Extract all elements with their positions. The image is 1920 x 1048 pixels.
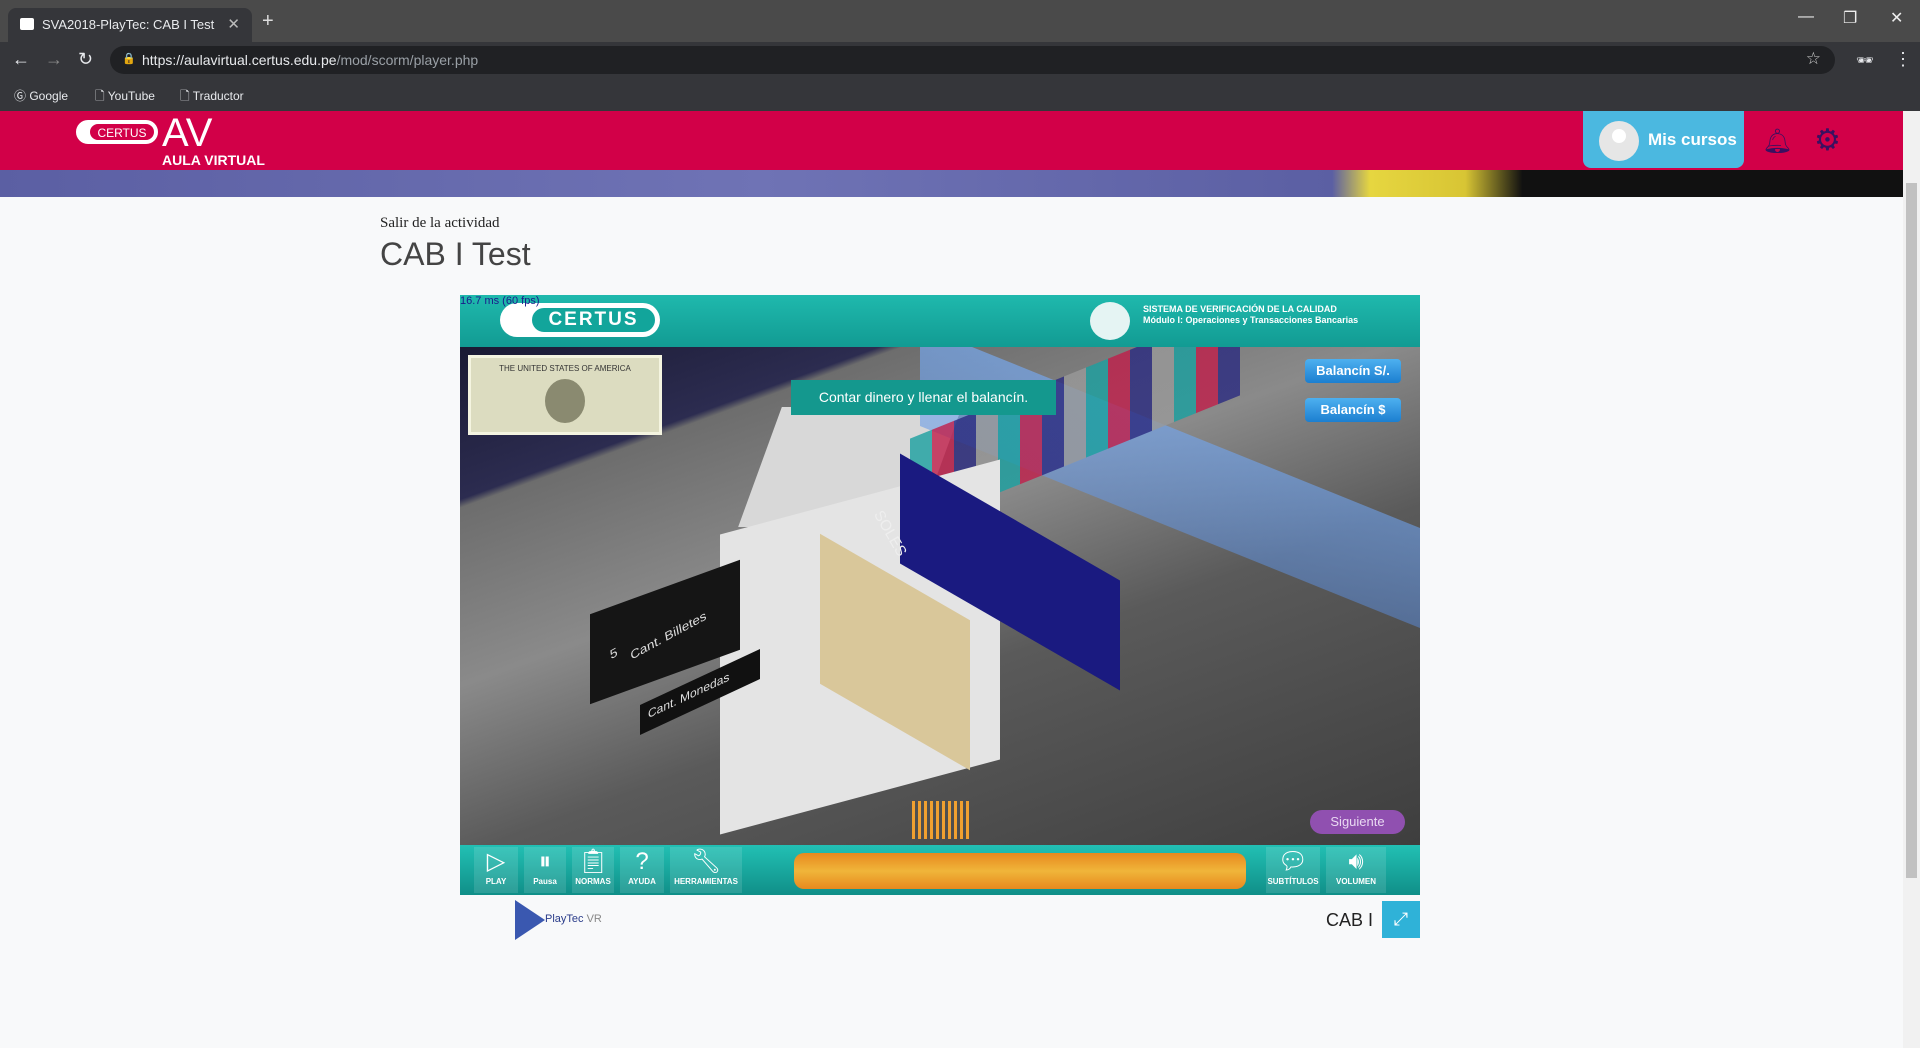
bill-text: THE UNITED STATES OF AMERICA [499,364,631,373]
back-icon[interactable]: ← [12,49,30,70]
playtec-text: PlayTec VR [545,913,602,925]
bookmark-label: YouTube [107,89,155,103]
bookmark-traductor[interactable]: 🗋 Traductor [180,87,244,108]
logo-text: CERTUS [89,123,155,141]
avatar [1599,121,1639,161]
volumen-button[interactable]: 🔊︎ VOLUMEN [1326,847,1386,893]
bookmark-youtube[interactable]: 🗋 YouTube [95,87,155,108]
loading-indicator [912,801,970,839]
mis-cursos-label: Mis cursos [1648,130,1737,149]
balancin-soles-button[interactable]: Balancín S/. [1305,359,1401,383]
bookmarks-bar: Ⓖ Google 🗋 YouTube 🗋 Traductor [0,78,1920,111]
browser-tab[interactable]: SVA2018-PlayTec: CAB I Test ✕ [8,8,252,42]
playtec-brand: PlayTec [545,913,584,925]
av-logo: AV [162,111,213,155]
billetes-label: Cant. Billetes [629,608,708,663]
siguiente-button[interactable]: Siguiente [1310,810,1405,834]
clipboard-check-icon: 📋︎ [577,848,609,875]
subtitulos-label: SUBTÍTULOS [1267,877,1319,886]
instruction-banner: Contar dinero y llenar el balancín. [791,380,1056,415]
volumen-label: VOLUMEN [1336,877,1376,886]
chart-badge-icon [1090,302,1130,340]
restore-icon[interactable]: ❐ [1843,8,1857,28]
normas-button[interactable]: 📋︎ NORMAS [572,847,614,893]
speaker-icon: 🔊︎ [1348,848,1364,875]
pause-icon: ⏸ [539,848,551,875]
favicon-icon [20,18,34,30]
ayuda-label: AYUDA [628,877,656,886]
incognito-icon: 🕶 [1856,52,1874,68]
close-window-icon[interactable]: ✕ [1890,8,1903,28]
play-label: PLAY [485,877,507,886]
url-path: /mod/scorm/player.php [336,52,479,68]
expand-icon: ⤢ [1393,909,1409,929]
playtec-play-icon [515,900,545,940]
tab-title: SVA2018-PlayTec: CAB I Test [42,17,215,32]
game-toolbar: ▷ PLAY ⏸ Pausa 📋︎ NORMAS ? AYUDA 🔧︎ HERRAMIEN… [460,845,1420,895]
system-title-text: SISTEMA DE VERIFICACIÓN DE LA CALIDAD [1143,304,1337,314]
play-icon: ▷ [486,848,506,875]
new-tab-button[interactable]: + [262,10,274,33]
bookmark-label: Google [29,89,69,103]
certus-logo[interactable]: CERTUS [76,120,158,144]
course-banner [0,170,1903,197]
bookmark-label: Traductor [192,89,244,103]
exit-activity-link[interactable]: Salir de la actividad [380,215,500,232]
system-title: SISTEMA DE VERIFICACIÓN DE LA CALIDAD Mód… [1143,304,1393,326]
herramientas-button[interactable]: 🔧︎ HERRAMIENTAS [670,847,742,893]
progress-bar [794,853,1246,889]
bell-icon[interactable]: 🔔︎ [1762,127,1792,156]
game-header: CERTUS SISTEMA DE VERIFICACIÓN DE LA CAL… [460,295,1420,347]
minimize-icon[interactable]: — [1798,8,1814,26]
url-host: https://aulavirtual.certus.edu.pe [142,52,337,68]
fps-counter: 16.7 ms (60 fps) [460,295,540,307]
lock-icon: 🔒 [122,53,136,65]
module-label: CAB I [1326,910,1374,930]
game-logo-text: CERTUS [530,306,657,334]
herramientas-label: HERRAMIENTAS [674,877,738,886]
menu-icon[interactable]: ⋮ [1894,49,1912,70]
billetes-count: 5 [608,644,619,663]
system-subtitle: Módulo I: Operaciones y Transacciones Ba… [1143,315,1359,325]
game-certus-logo: CERTUS [500,303,660,337]
mis-cursos-button[interactable]: Mis cursos [1583,111,1744,168]
close-tab-icon[interactable]: ✕ [227,15,240,33]
pause-label: Pausa [533,877,557,886]
tab-strip: SVA2018-PlayTec: CAB I Test ✕ + — ❐ ✕ [0,0,1920,42]
url-text: https://aulavirtual.certus.edu.pe/mod/sc… [142,52,478,68]
page-title: CAB I Test [380,236,531,272]
play-button[interactable]: ▷ PLAY [474,847,518,893]
subtitulos-button[interactable]: 💬︎ SUBTÍTULOS [1266,847,1320,893]
playtec-logo: PlayTec VR [515,900,635,940]
fullscreen-button[interactable]: ⤢ [1382,901,1420,938]
help-icon: ? [635,848,649,875]
forward-icon[interactable]: → [45,49,63,70]
portrait [545,379,585,423]
site-header: CERTUS AV AULA VIRTUAL Mis cursos 🔔︎ ⚙ [0,111,1903,170]
dollar-bill-image[interactable]: THE UNITED STATES OF AMERICA [468,355,662,435]
address-bar-row: ← → ↻ 🔒 https://aulavirtual.certus.edu.p… [0,42,1920,78]
tools-icon: 🔧︎ [690,848,722,875]
url-input[interactable]: 🔒 https://aulavirtual.certus.edu.pe/mod/… [110,46,1835,74]
scrollbar-thumb[interactable] [1906,183,1917,878]
pause-button[interactable]: ⏸ Pausa [524,847,566,893]
normas-label: NORMAS [575,877,611,886]
playtec-suffix: VR [586,913,602,925]
scorm-player[interactable]: 5 Cant. Billetes Cant. Monedas SOLES CER… [460,295,1420,895]
av-subtitle: AULA VIRTUAL [162,152,265,168]
ayuda-button[interactable]: ? AYUDA [620,847,664,893]
balancin-dolares-button[interactable]: Balancín $ [1305,398,1401,422]
speech-bubble-icon: 💬︎ [1277,848,1309,875]
gear-icon[interactable]: ⚙ [1814,123,1841,158]
bookmark-google[interactable]: Ⓖ Google [14,87,68,104]
bookmark-star-icon[interactable]: ☆ [1806,49,1821,69]
reload-icon[interactable]: ↻ [78,49,93,70]
